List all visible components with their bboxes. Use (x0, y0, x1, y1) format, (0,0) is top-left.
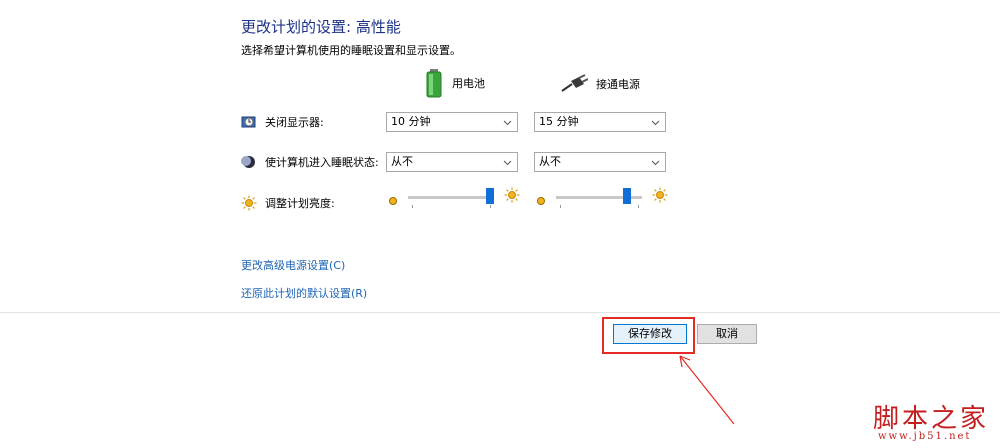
brightness-setting-label: 调整计划亮度: (265, 197, 335, 210)
chevron-down-icon (651, 160, 660, 166)
restore-defaults-link[interactable]: 还原此计划的默认设置(R) (241, 285, 367, 301)
footer-divider (0, 312, 1000, 313)
plugged-column-header: 接通电源 (560, 74, 640, 94)
page-title: 更改计划的设置: 高性能 (241, 18, 401, 36)
page-subtitle: 选择希望计算机使用的睡眠设置和显示设置。 (241, 44, 461, 57)
display-setting-row: 关闭显示器: (241, 114, 324, 130)
sleep-setting-row: 使计算机进入睡眠状态: (241, 154, 379, 170)
moon-icon (241, 154, 257, 170)
chevron-down-icon (503, 120, 512, 126)
brightness-low-icon (536, 191, 546, 210)
sleep-setting-label: 使计算机进入睡眠状态: (265, 156, 379, 169)
display-battery-dropdown[interactable]: 10 分钟 (386, 112, 518, 132)
brightness-battery-slider[interactable] (386, 187, 526, 210)
slider-thumb[interactable] (622, 188, 631, 204)
brightness-plugged-slider[interactable] (534, 187, 674, 210)
sleep-battery-dropdown[interactable]: 从不 (386, 152, 518, 172)
cancel-button[interactable]: 取消 (697, 324, 757, 344)
battery-column-header: 用电池 (424, 68, 485, 98)
sleep-battery-value: 从不 (391, 155, 413, 168)
watermark-logo: 脚本之家 (873, 404, 990, 434)
display-setting-label: 关闭显示器: (265, 116, 324, 129)
slider-tick (412, 205, 413, 208)
brightness-high-icon (652, 187, 668, 207)
watermark-url: www.jb51.net (878, 431, 972, 442)
slider-tick (638, 205, 639, 208)
chevron-down-icon (503, 160, 512, 166)
plugged-column-label: 接通电源 (596, 78, 640, 91)
display-plugged-value: 15 分钟 (539, 115, 579, 128)
advanced-settings-link[interactable]: 更改高级电源设置(C) (241, 257, 345, 273)
battery-column-label: 用电池 (452, 77, 485, 90)
sleep-plugged-value: 从不 (539, 155, 561, 168)
slider-tick (560, 205, 561, 208)
annotation-arrow (679, 355, 735, 425)
slider-tick (490, 205, 491, 208)
brightness-high-icon (504, 187, 520, 207)
display-battery-value: 10 分钟 (391, 115, 431, 128)
display-plugged-dropdown[interactable]: 15 分钟 (534, 112, 666, 132)
battery-icon (424, 68, 444, 98)
power-plug-icon (560, 74, 589, 94)
chevron-down-icon (651, 120, 660, 126)
brightness-setting-row: 调整计划亮度: (241, 195, 335, 211)
slider-track (408, 196, 494, 199)
sun-icon (241, 195, 257, 211)
sleep-plugged-dropdown[interactable]: 从不 (534, 152, 666, 172)
monitor-clock-icon (241, 114, 257, 130)
save-button[interactable]: 保存修改 (613, 324, 687, 344)
slider-thumb[interactable] (485, 188, 494, 204)
brightness-low-icon (388, 191, 398, 210)
